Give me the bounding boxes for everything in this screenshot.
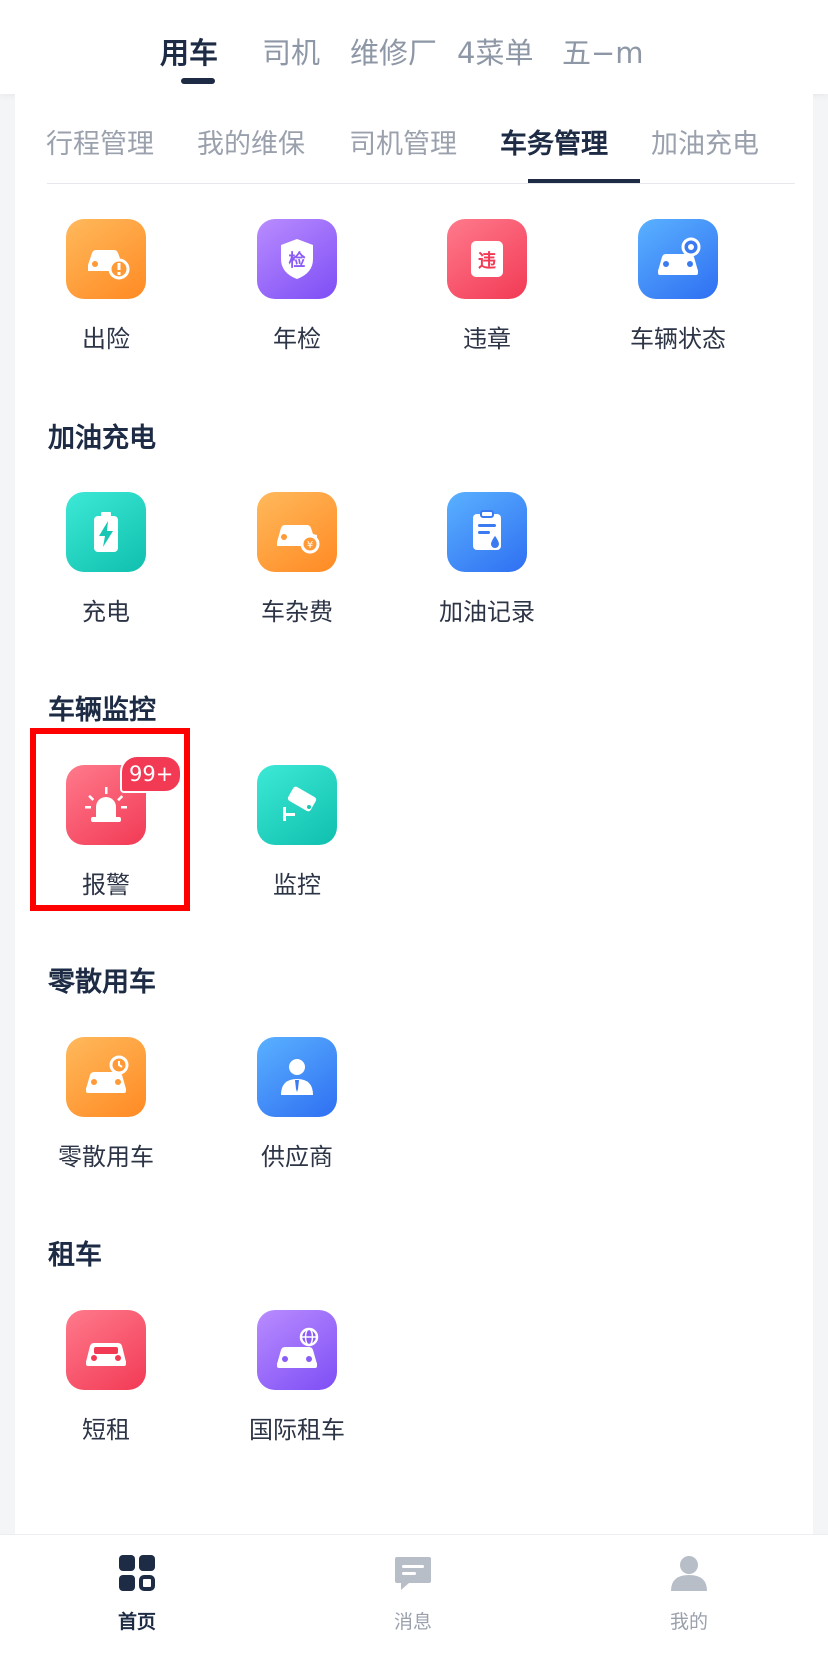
- inspection-shield-icon: 检: [257, 219, 337, 299]
- grid-item-supplier[interactable]: 供应商: [227, 1037, 367, 1187]
- section-title-scattered: 零散用车: [48, 967, 156, 998]
- grid-item-car-fee[interactable]: ¥ 车杂费: [227, 492, 367, 642]
- message-icon: [393, 1553, 433, 1593]
- supplier-person-icon: [257, 1037, 337, 1117]
- sub-tab-bar: 行程管理 我的维保 司机管理 车务管理 加油充电: [15, 94, 813, 184]
- nav-label: 消息: [393, 1611, 432, 1633]
- grid-item-scattered-car[interactable]: 零散用车: [36, 1037, 176, 1187]
- nav-messages[interactable]: 消息: [353, 1553, 473, 1643]
- grid-item-label: 加油记录: [439, 598, 535, 626]
- grid-item-label: 车辆状态: [630, 325, 726, 353]
- grid-item-label: 出险: [82, 325, 130, 353]
- section-title-monitoring: 车辆监控: [48, 695, 156, 726]
- top-tab-bar: 用车 司机 维修厂 4菜单 五−m: [0, 0, 828, 94]
- grid-item-annual-inspection[interactable]: 检 年检: [227, 219, 367, 369]
- svg-text:¥: ¥: [307, 540, 313, 551]
- sub-tab-driver-mgmt[interactable]: 司机管理: [349, 122, 457, 161]
- nav-label: 首页: [117, 1611, 156, 1633]
- top-tab-vehicle[interactable]: 用车: [160, 30, 218, 72]
- bottom-nav-bar: 首页 消息 我的: [0, 1534, 828, 1658]
- section-title-fuel-charge: 加油充电: [48, 423, 156, 454]
- car-status-icon: [638, 219, 718, 299]
- sub-tab-vehicle-affairs[interactable]: 车务管理: [500, 122, 608, 161]
- grid-item-vehicle-status[interactable]: 车辆状态: [608, 219, 748, 369]
- section-title-rental: 租车: [48, 1240, 102, 1271]
- grid-item-label: 监控: [273, 871, 321, 899]
- global-car-icon: [257, 1310, 337, 1390]
- car-clock-icon: [66, 1037, 146, 1117]
- sub-tab-fuel-charge[interactable]: 加油充电: [651, 122, 759, 161]
- grid-item-label: 违章: [463, 325, 511, 353]
- svg-text:违: 违: [478, 250, 496, 272]
- svg-text:检: 检: [289, 250, 306, 271]
- top-tab-driver[interactable]: 司机: [262, 30, 320, 72]
- top-tab-menu5[interactable]: 五−m: [562, 30, 644, 72]
- nav-profile[interactable]: 我的: [629, 1553, 749, 1643]
- grid-item-monitor[interactable]: 监控: [227, 765, 367, 915]
- grid-item-label: 充电: [82, 598, 130, 626]
- sub-tab-trip[interactable]: 行程管理: [46, 122, 154, 161]
- grid-item-label: 年检: [273, 325, 321, 353]
- grid-item-fuel-record[interactable]: 加油记录: [417, 492, 557, 642]
- grid-item-label: 零散用车: [58, 1143, 154, 1171]
- grid-item-label: 车杂费: [261, 598, 333, 626]
- grid-item-accident[interactable]: 出险: [36, 219, 176, 369]
- home-grid-icon: [117, 1553, 157, 1593]
- violation-icon: 违: [447, 219, 527, 299]
- sub-tab-maintenance[interactable]: 我的维保: [197, 122, 305, 161]
- grid-item-violation[interactable]: 违 违章: [417, 219, 557, 369]
- top-tab-menu4[interactable]: 4菜单: [457, 30, 533, 72]
- camera-monitor-icon: [257, 765, 337, 845]
- car-accident-icon: [66, 219, 146, 299]
- top-tab-indicator: [181, 78, 215, 84]
- nav-label: 我的: [669, 1611, 708, 1633]
- highlight-box: [30, 728, 190, 911]
- car-fee-icon: ¥: [257, 492, 337, 572]
- fuel-record-icon: [447, 492, 527, 572]
- grid-item-label: 短租: [82, 1416, 130, 1444]
- profile-icon: [669, 1553, 709, 1593]
- battery-charge-icon: [66, 492, 146, 572]
- divider: [47, 183, 795, 184]
- grid-item-label: 供应商: [261, 1143, 333, 1171]
- grid-item-charge[interactable]: 充电: [36, 492, 176, 642]
- grid-item-label: 国际租车: [249, 1416, 345, 1444]
- grid-item-short-rent[interactable]: 短租: [36, 1310, 176, 1460]
- grid-item-international-rent[interactable]: 国际租车: [227, 1310, 367, 1460]
- nav-home[interactable]: 首页: [77, 1553, 197, 1643]
- top-tab-repair-shop[interactable]: 维修厂: [350, 30, 437, 72]
- short-rent-car-icon: [66, 1310, 146, 1390]
